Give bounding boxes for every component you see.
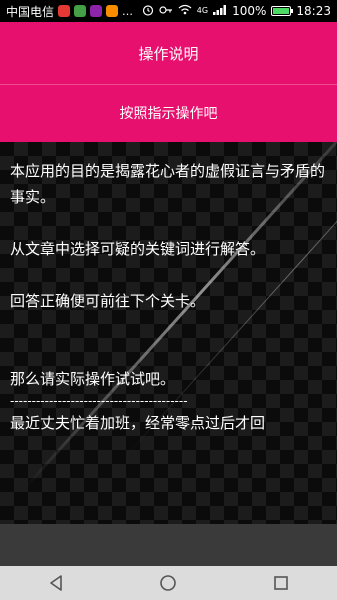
clock: 18:23 — [296, 4, 331, 18]
wifi-icon — [178, 4, 192, 18]
app-screen: 中国电信 … 4G 100% 18:23 操作说明 按照指示操作吧 本应用的目的… — [0, 0, 337, 600]
app-icon-2 — [106, 5, 119, 17]
wechat-icon — [74, 5, 87, 17]
header: 操作说明 按照指示操作吧 — [0, 22, 337, 142]
status-bar: 中国电信 … 4G 100% 18:23 — [0, 0, 337, 22]
divider-dashes: ----------------------------------------… — [10, 394, 188, 408]
instruction-paragraph: 那么请实际操作试试吧。 — [10, 370, 176, 388]
status-right: 4G 100% 18:23 — [142, 4, 331, 19]
battery-percent: 100% — [232, 4, 267, 18]
more-icon: … — [122, 4, 134, 18]
instruction-paragraph: 本应用的目的是揭露花心者的虚假证言与矛盾的事实。 — [10, 162, 326, 206]
weibo-icon — [58, 5, 71, 17]
instruction-paragraph: 回答正确便可前往下个关卡。 — [10, 292, 206, 310]
alarm-icon — [142, 4, 154, 19]
key-icon — [159, 4, 173, 18]
recent-apps-icon[interactable] — [261, 568, 301, 598]
home-icon[interactable] — [148, 568, 188, 598]
network-type: 4G — [196, 6, 209, 15]
bottom-panel — [0, 524, 337, 566]
signal-icon — [213, 4, 227, 18]
instructions-content[interactable]: 本应用的目的是揭露花心者的虚假证言与矛盾的事实。 从文章中选择可疑的关键词进行解… — [0, 142, 337, 524]
story-text[interactable]: 最近丈夫忙着加班，经常零点过后才回 — [10, 410, 330, 436]
instruction-paragraph: 从文章中选择可疑的关键词进行解答。 — [10, 240, 266, 258]
status-left: 中国电信 … — [6, 3, 133, 20]
carrier-label: 中国电信 — [6, 4, 55, 19]
page-title: 操作说明 — [138, 44, 199, 63]
instruction-subtitle: 按照指示操作吧 — [119, 106, 218, 122]
instructions-text: 本应用的目的是揭露花心者的虚假证言与矛盾的事实。 从文章中选择可疑的关键词进行解… — [10, 158, 330, 436]
navigation-bar — [0, 566, 337, 600]
battery-icon — [271, 6, 294, 16]
app-icon — [90, 5, 103, 17]
back-icon[interactable] — [36, 568, 76, 598]
